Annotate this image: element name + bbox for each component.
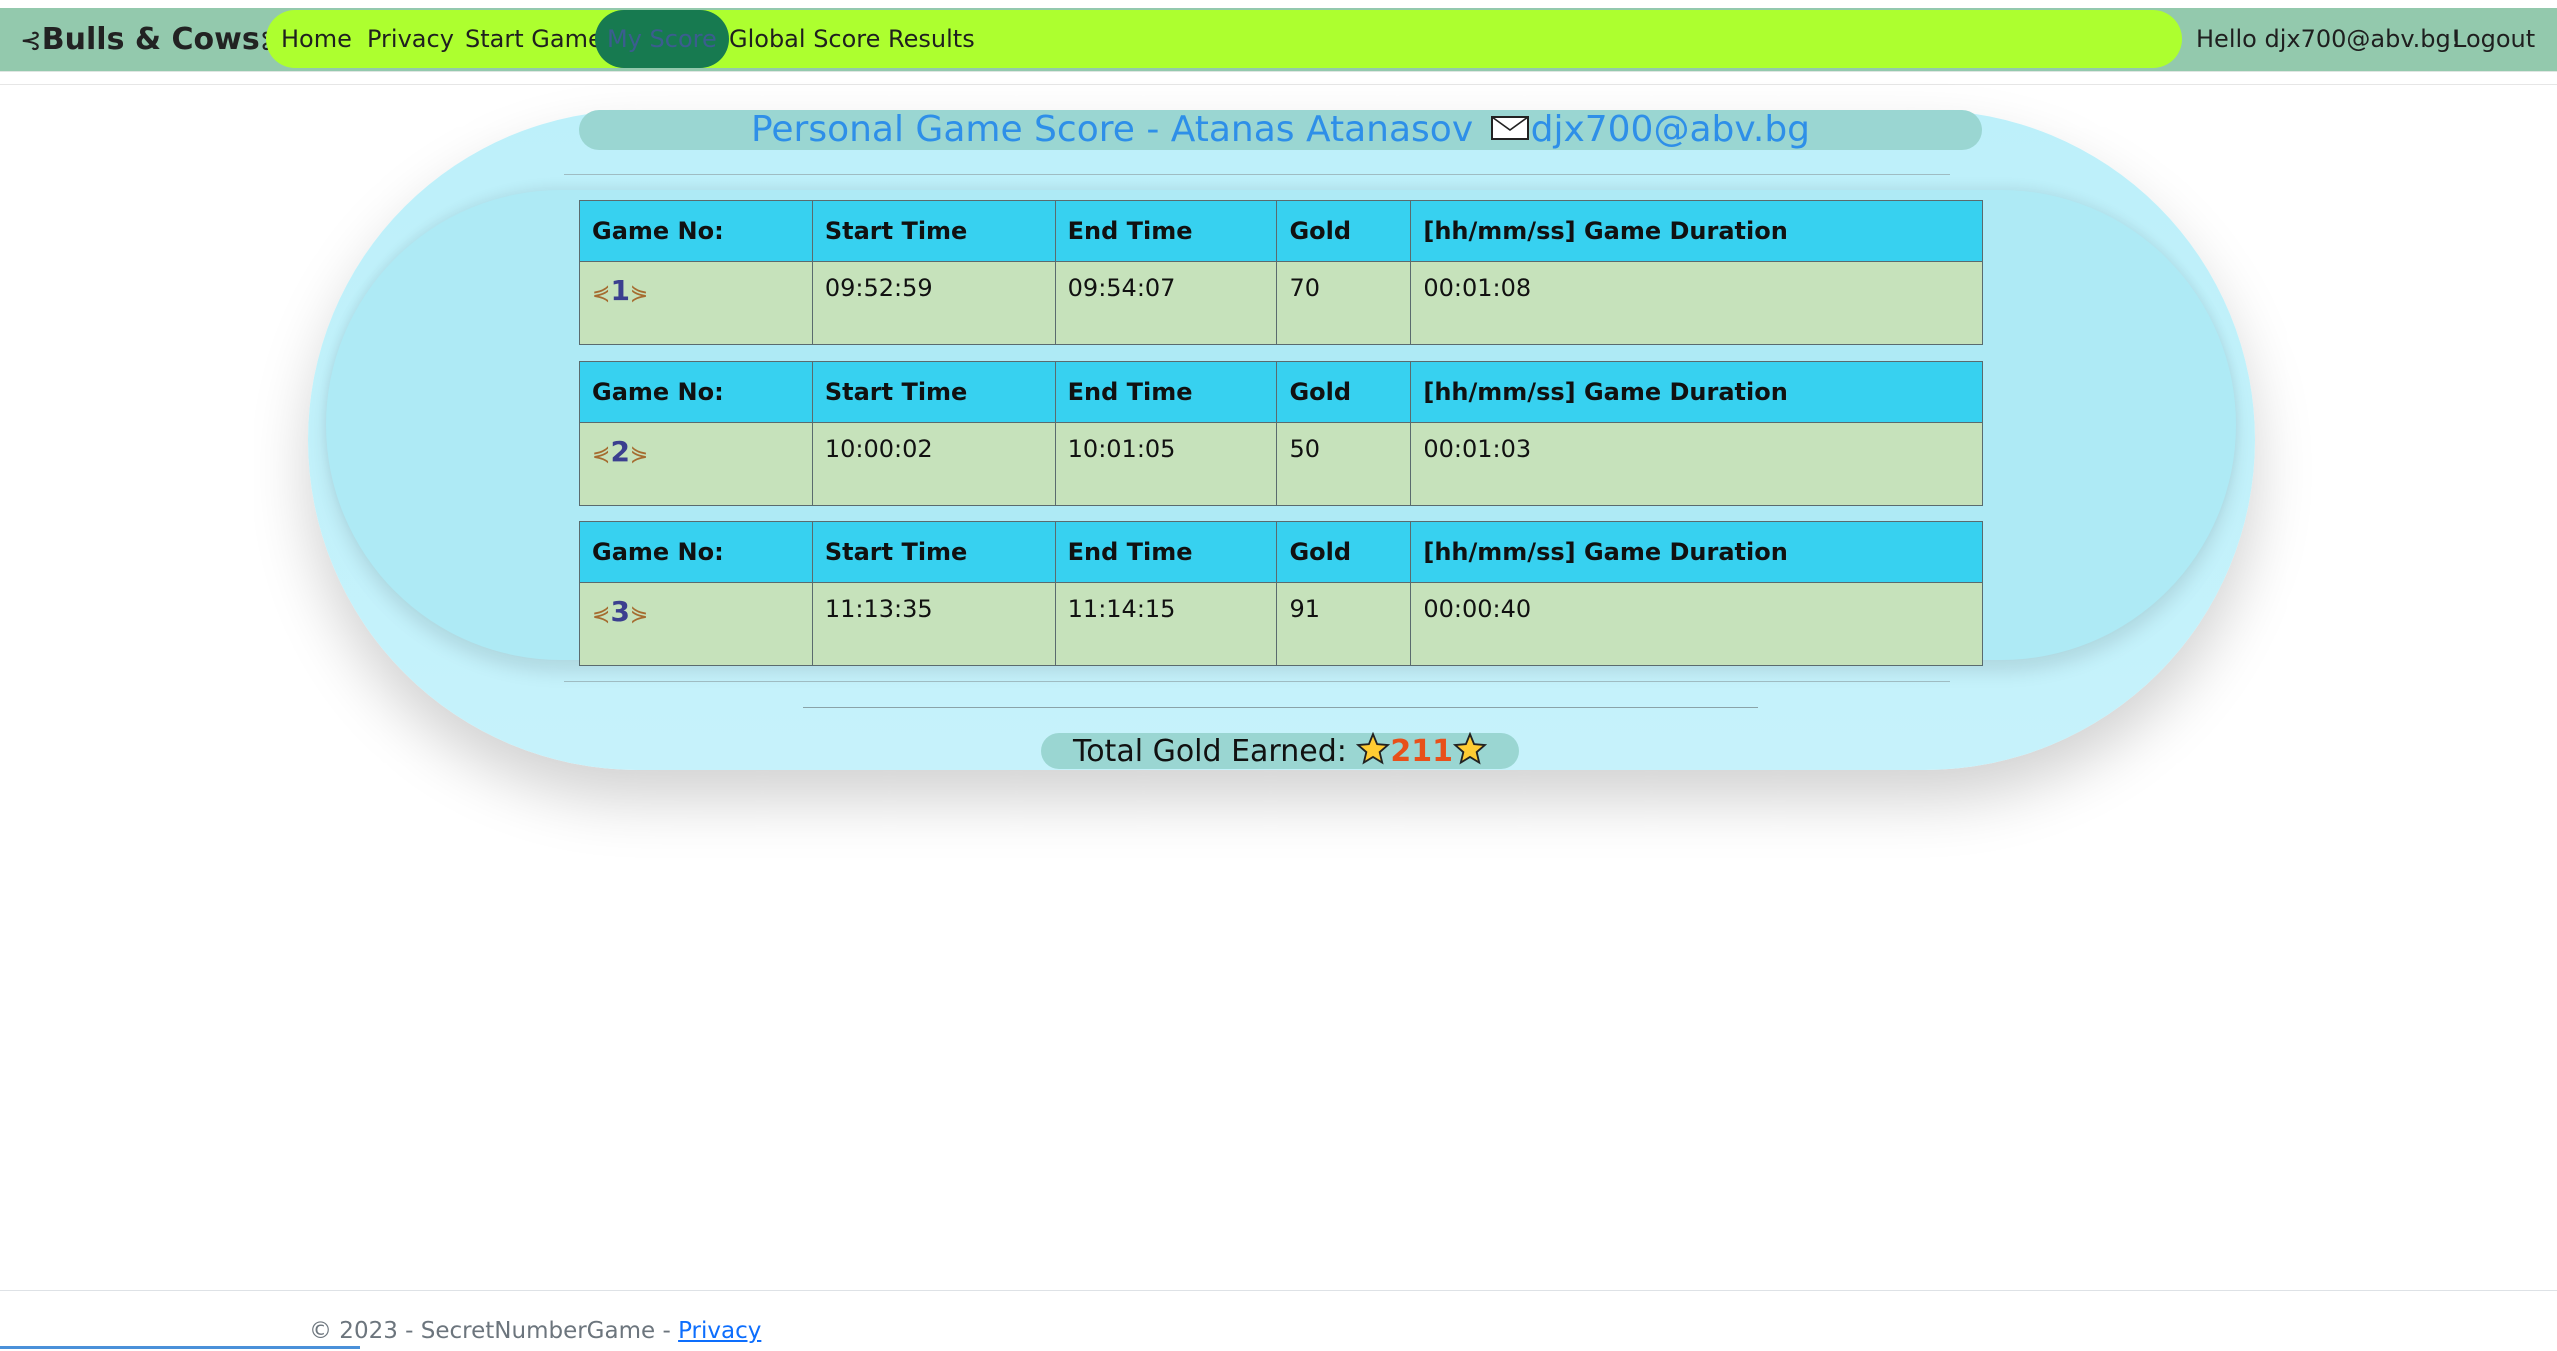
- header-end-time: End Time: [1054, 521, 1278, 583]
- footer-privacy-link[interactable]: Privacy: [678, 1318, 761, 1344]
- cell-gold: 50: [1276, 422, 1412, 506]
- star-icon: [1453, 732, 1488, 765]
- total-gold: Total Gold Earned: 211: [1041, 730, 1519, 774]
- footer-divider: [0, 1290, 2557, 1291]
- nav-my-score[interactable]: My Score: [595, 10, 729, 68]
- header-duration: [hh/mm/ss] Game Duration: [1410, 521, 1983, 583]
- navbar: ⊰Bulls & Cows⊱ Home Privacy Start Game M…: [0, 8, 2557, 85]
- table-row: ⋞3⋟ 11:13:35 11:14:15 91 00:00:40: [579, 582, 1983, 666]
- header-gold: Gold: [1276, 200, 1412, 262]
- cell-start-time: 09:52:59: [811, 261, 1056, 345]
- nav-global-score-results[interactable]: Global Score Results: [729, 10, 975, 68]
- cell-duration: 00:01:08: [1410, 261, 1983, 345]
- total-gold-value: 211: [1390, 734, 1454, 769]
- cell-start-time: 11:13:35: [811, 582, 1056, 666]
- footer-copyright: © 2023 - SecretNumberGame -: [309, 1318, 679, 1344]
- cell-gold: 91: [1276, 582, 1412, 666]
- brand-left-symbol: ⊰: [20, 26, 42, 56]
- header-game-no: Game No:: [579, 521, 813, 583]
- header-start-time: Start Time: [811, 521, 1056, 583]
- game-table-1: Game No: Start Time End Time Gold [hh/mm…: [579, 200, 1983, 345]
- divider-short: [803, 707, 1758, 708]
- cell-end-time: 09:54:07: [1054, 261, 1278, 345]
- logout-button[interactable]: Logout: [2453, 8, 2535, 71]
- cell-duration: 00:00:40: [1410, 582, 1983, 666]
- header-end-time: End Time: [1054, 361, 1278, 423]
- cell-game-no: ⋞2⋟: [579, 422, 813, 506]
- header-start-time: Start Time: [811, 200, 1056, 262]
- table-row: ⋞2⋟ 10:00:02 10:01:05 50 00:01:03: [579, 422, 1983, 506]
- brand-text: Bulls & Cows: [41, 22, 260, 57]
- title-email: djx700@abv.bg: [1530, 109, 1811, 150]
- table-header-row: Game No: Start Time End Time Gold [hh/mm…: [579, 200, 1983, 262]
- game-number: 2: [610, 435, 630, 468]
- header-gold: Gold: [1276, 521, 1412, 583]
- footer-accent-line: [0, 1346, 360, 1349]
- game-table-2: Game No: Start Time End Time Gold [hh/mm…: [579, 361, 1983, 506]
- user-greeting[interactable]: Hello djx700@abv.bg!: [2196, 8, 2460, 71]
- nav-start-game[interactable]: Start Game: [465, 10, 603, 68]
- header-game-no: Game No:: [579, 361, 813, 423]
- page-title: Personal Game Score - Atanas Atanasov dj…: [579, 106, 1982, 154]
- star-icon: [1356, 732, 1391, 765]
- cell-game-no: ⋞3⋟: [579, 582, 813, 666]
- total-gold-label: Total Gold Earned:: [1072, 734, 1347, 769]
- table-header-row: Game No: Start Time End Time Gold [hh/mm…: [579, 521, 1983, 583]
- nav-home[interactable]: Home: [281, 10, 352, 68]
- cell-end-time: 11:14:15: [1054, 582, 1278, 666]
- header-duration: [hh/mm/ss] Game Duration: [1410, 200, 1983, 262]
- cell-start-time: 10:00:02: [811, 422, 1056, 506]
- header-game-no: Game No:: [579, 200, 813, 262]
- game-number: 3: [610, 595, 630, 628]
- table-header-row: Game No: Start Time End Time Gold [hh/mm…: [579, 361, 1983, 423]
- nav-privacy[interactable]: Privacy: [367, 10, 454, 68]
- header-duration: [hh/mm/ss] Game Duration: [1410, 361, 1983, 423]
- envelope-icon: [1490, 116, 1529, 140]
- header-start-time: Start Time: [811, 361, 1056, 423]
- cell-gold: 70: [1276, 261, 1412, 345]
- title-name: Personal Game Score - Atanas Atanasov: [750, 109, 1474, 150]
- footer: © 2023 - SecretNumberGame - Privacy: [309, 1318, 761, 1344]
- cell-end-time: 10:01:05: [1054, 422, 1278, 506]
- brand-link[interactable]: ⊰Bulls & Cows⊱: [20, 8, 282, 71]
- game-number: 1: [610, 274, 630, 307]
- cell-game-no: ⋞1⋟: [579, 261, 813, 345]
- header-gold: Gold: [1276, 361, 1412, 423]
- table-row: ⋞1⋟ 09:52:59 09:54:07 70 00:01:08: [579, 261, 1983, 345]
- cell-duration: 00:01:03: [1410, 422, 1983, 506]
- divider-bottom: [564, 681, 1950, 682]
- divider-top: [564, 174, 1950, 175]
- game-table-3: Game No: Start Time End Time Gold [hh/mm…: [579, 521, 1983, 666]
- header-end-time: End Time: [1054, 200, 1278, 262]
